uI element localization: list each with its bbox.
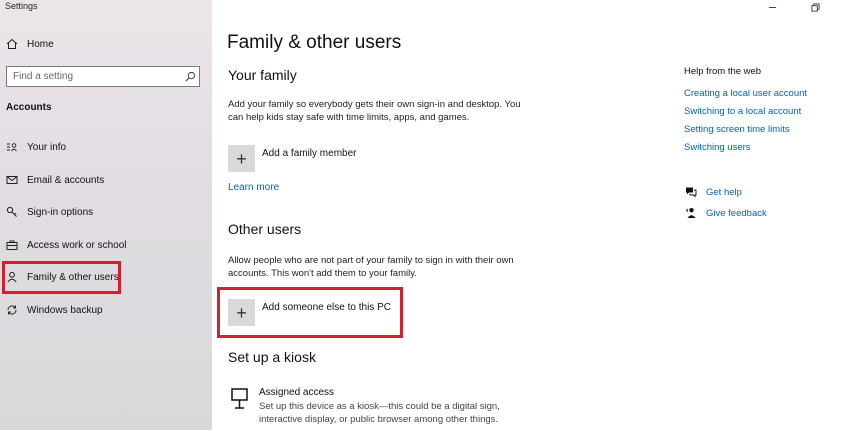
- other-users-heading: Other users: [228, 221, 302, 237]
- your-family-description: Add your family so everybody gets their …: [228, 99, 521, 123]
- home-icon: [5, 37, 19, 51]
- selection-highlight: [2, 261, 121, 294]
- sidebar-item-label: Home: [27, 38, 54, 50]
- sidebar-item-windows-backup[interactable]: Windows backup: [0, 297, 212, 323]
- help-link-switch-local[interactable]: Switching to a local account: [684, 106, 801, 117]
- minimize-button[interactable]: [764, 0, 780, 14]
- help-title: Help from the web: [684, 66, 762, 77]
- add-family-member-button[interactable]: +: [228, 145, 255, 172]
- key-icon: [5, 205, 19, 219]
- sidebar-item-label: Email & accounts: [27, 174, 105, 186]
- add-family-member-label[interactable]: Add a family member: [262, 148, 356, 159]
- restore-icon: [810, 2, 820, 12]
- search-icon[interactable]: [181, 71, 199, 82]
- page-title: Family & other users: [227, 32, 402, 53]
- assigned-access-title[interactable]: Assigned access: [259, 387, 334, 398]
- sidebar-item-your-info[interactable]: Your info: [0, 134, 212, 160]
- minimize-icon: [768, 6, 776, 8]
- sidebar: Settings Home Accounts Your info Email &…: [0, 0, 212, 430]
- get-help-action[interactable]: Get help: [684, 185, 742, 199]
- sidebar-item-label: Access work or school: [27, 239, 127, 251]
- sidebar-item-home[interactable]: Home: [0, 31, 212, 57]
- help-link-switching-users[interactable]: Switching users: [684, 142, 751, 153]
- kiosk-heading: Set up a kiosk: [228, 349, 316, 365]
- section-label: Accounts: [6, 102, 52, 113]
- help-link-local-account[interactable]: Creating a local user account: [684, 88, 807, 99]
- sidebar-item-label: Sign-in options: [27, 206, 94, 218]
- kiosk-monitor-icon: [230, 387, 250, 411]
- sidebar-item-sign-in-options[interactable]: Sign-in options: [0, 199, 212, 225]
- get-help-label[interactable]: Get help: [706, 187, 742, 198]
- person-card-icon: [5, 140, 19, 154]
- sidebar-item-label: Windows backup: [27, 304, 103, 316]
- help-link-screen-time[interactable]: Setting screen time limits: [684, 124, 790, 135]
- action-highlight: [217, 287, 403, 338]
- mail-icon: [5, 173, 19, 187]
- sync-icon: [5, 303, 19, 317]
- other-users-description: Allow people who are not part of your fa…: [228, 255, 514, 279]
- restore-button[interactable]: [807, 0, 823, 14]
- assigned-access-description: Set up this device as a kiosk—this could…: [259, 401, 500, 425]
- briefcase-icon: [5, 238, 19, 252]
- feedback-icon: [684, 206, 698, 220]
- sidebar-item-email-accounts[interactable]: Email & accounts: [0, 167, 212, 193]
- main-content: Family & other users Your family Add you…: [212, 0, 850, 430]
- learn-more-link[interactable]: Learn more: [228, 182, 279, 193]
- search-box: [6, 66, 200, 87]
- sidebar-item-access-work-school[interactable]: Access work or school: [0, 232, 212, 258]
- your-family-heading: Your family: [228, 67, 297, 83]
- give-feedback-action[interactable]: Give feedback: [684, 206, 767, 220]
- app-title: Settings: [5, 1, 38, 11]
- search-input[interactable]: [7, 67, 181, 86]
- sidebar-item-label: Your info: [27, 141, 67, 153]
- chat-help-icon: [684, 185, 698, 199]
- plus-icon: +: [236, 148, 247, 169]
- give-feedback-label[interactable]: Give feedback: [706, 208, 767, 219]
